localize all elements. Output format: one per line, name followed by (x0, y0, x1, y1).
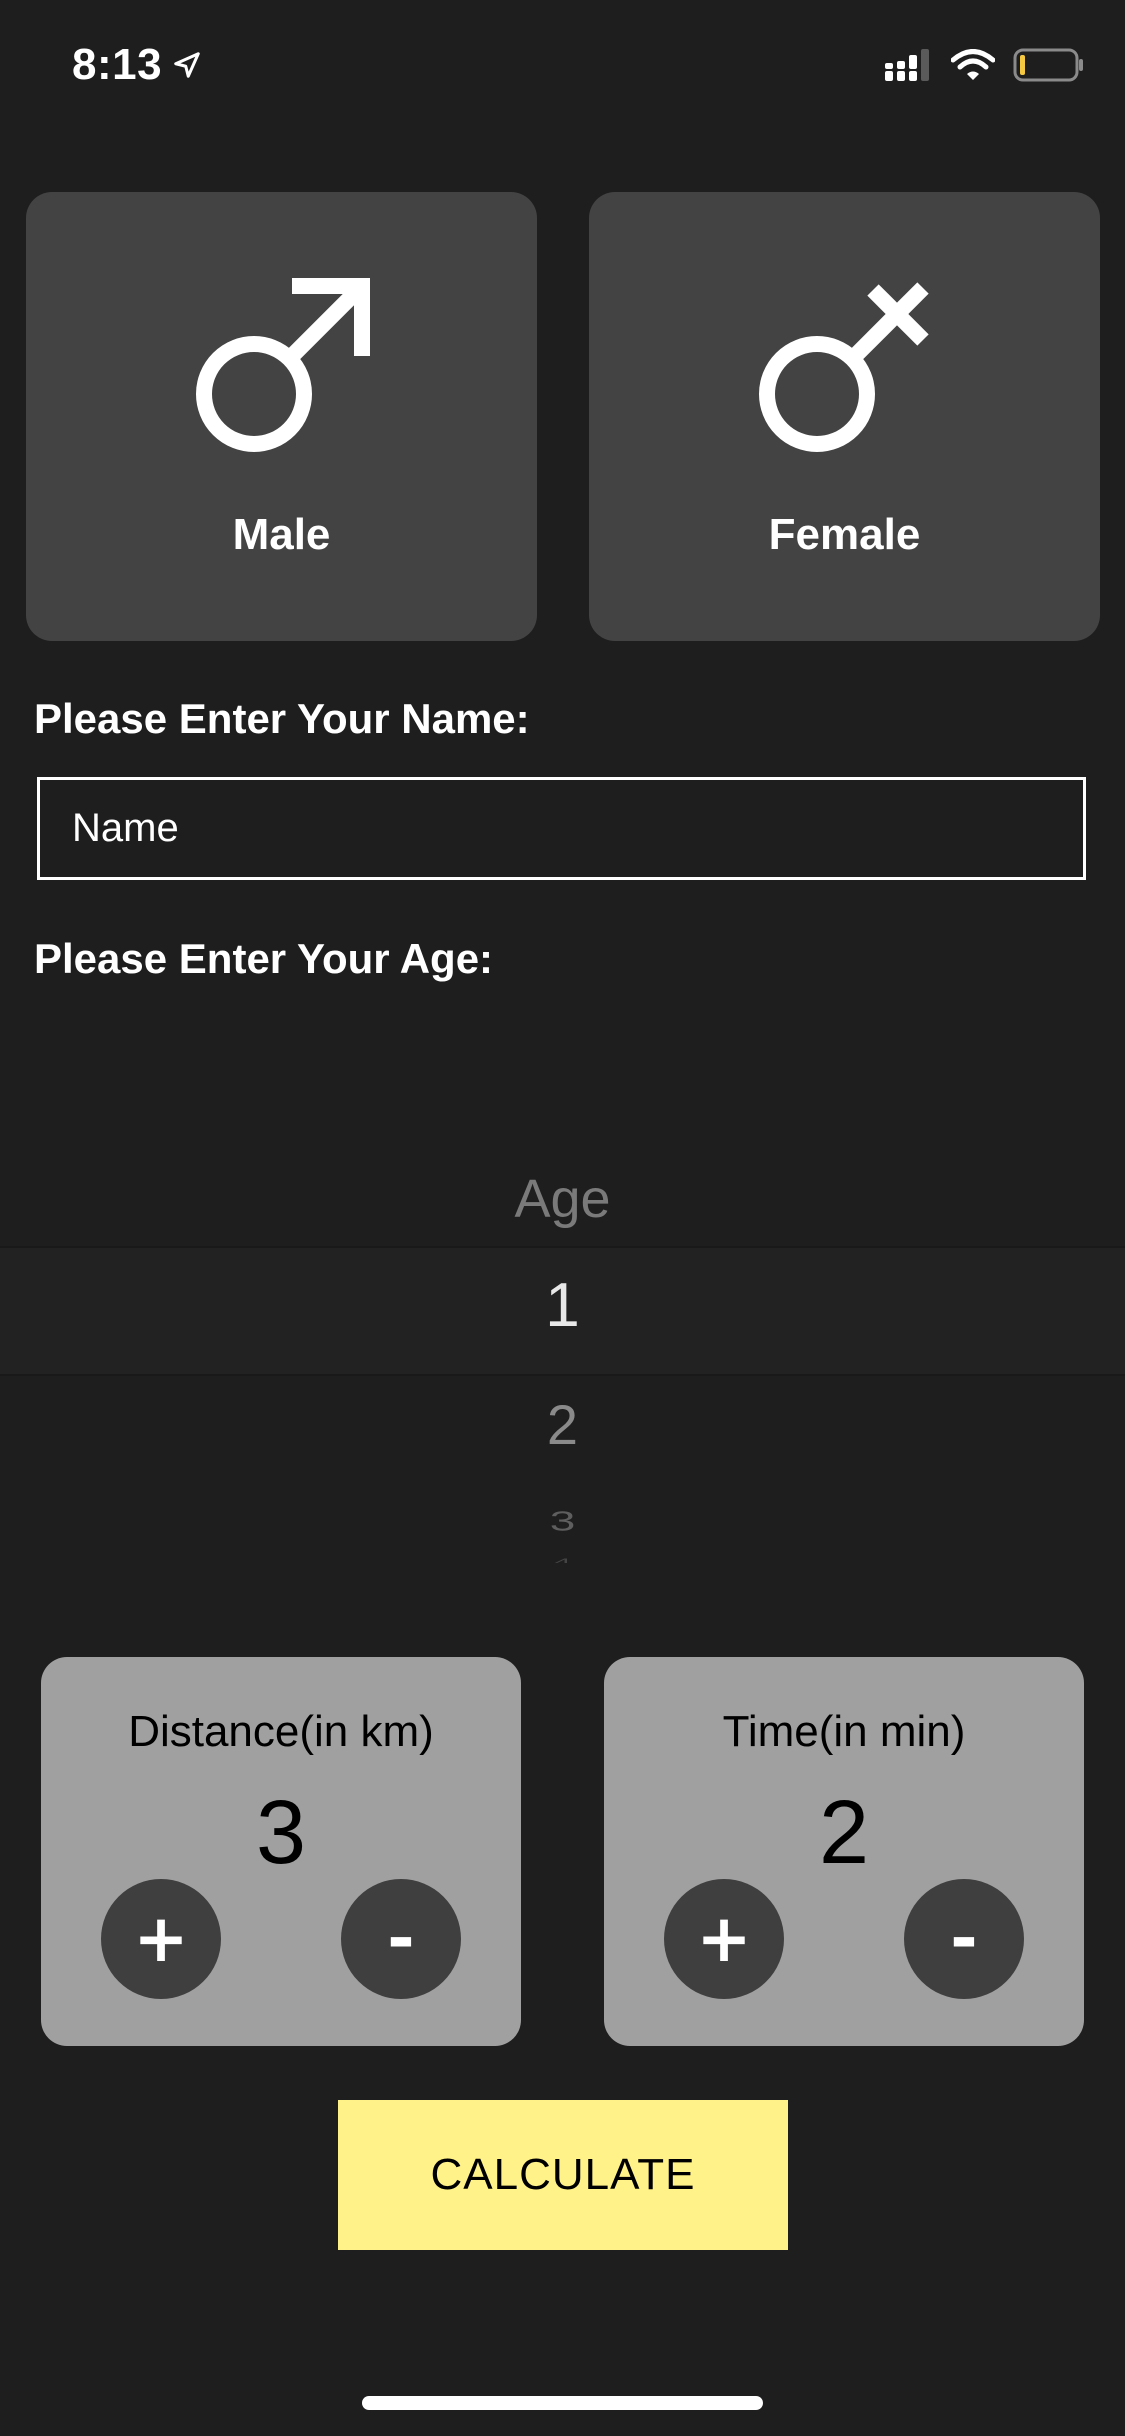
male-card[interactable]: Male (26, 192, 537, 641)
time-minus-button[interactable]: - (904, 1879, 1024, 1999)
location-arrow-icon (174, 52, 200, 78)
status-bar-time: 8:13 (72, 40, 202, 90)
picker-selected-value[interactable]: 1 (0, 1270, 1125, 1341)
status-time-text: 8:13 (72, 40, 163, 89)
male-symbol-icon (195, 278, 370, 452)
time-title: Time(in min) (722, 1707, 966, 1756)
cellular-signal-icon (885, 49, 929, 81)
calculate-button[interactable]: CALCULATE (338, 2100, 788, 2250)
picker-header[interactable]: Age (0, 1168, 1125, 1230)
time-card: Time(in min) 2 + - (604, 1657, 1084, 2046)
wifi-icon (951, 49, 995, 80)
status-bar-icons (885, 48, 1085, 82)
home-indicator[interactable] (362, 2396, 763, 2410)
distance-minus-button[interactable]: - (341, 1879, 461, 1999)
name-prompt-label: Please Enter Your Name: (34, 695, 530, 742)
distance-card: Distance(in km) 3 + - (41, 1657, 521, 2046)
male-label: Male (232, 510, 331, 559)
picker-option[interactable]: 2 (0, 1392, 1125, 1457)
picker-option[interactable]: 4 (0, 1557, 1125, 1563)
time-value: 2 (818, 1783, 870, 1883)
name-input[interactable] (37, 777, 1086, 880)
picker-option[interactable]: 3 (0, 1505, 1125, 1537)
battery-icon (1013, 48, 1083, 82)
female-symbol-icon (758, 282, 929, 452)
age-prompt-label: Please Enter Your Age: (34, 935, 494, 982)
age-picker[interactable]: Age 1 2 3 4 (0, 1130, 1125, 1580)
female-card[interactable]: Female (589, 192, 1100, 641)
distance-title: Distance(in km) (128, 1707, 434, 1756)
distance-value: 3 (255, 1783, 307, 1883)
female-label: Female (768, 510, 921, 559)
distance-plus-button[interactable]: + (101, 1879, 221, 1999)
time-plus-button[interactable]: + (664, 1879, 784, 1999)
